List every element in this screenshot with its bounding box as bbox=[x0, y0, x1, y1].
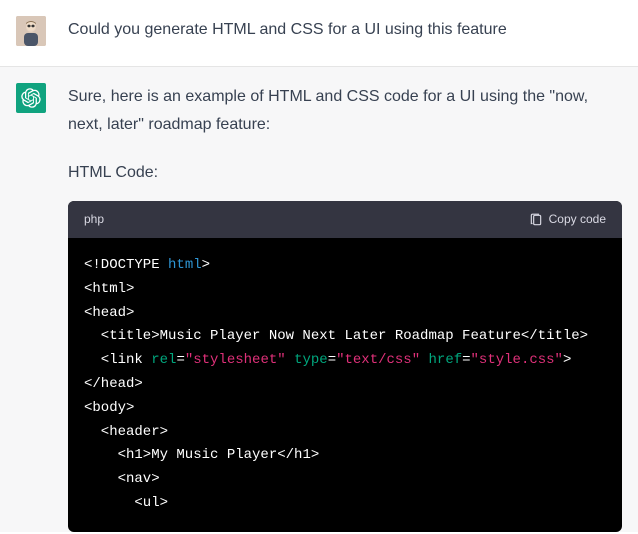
code-token: rel bbox=[151, 352, 176, 368]
user-avatar-icon bbox=[16, 16, 46, 46]
code-token: <html> bbox=[84, 281, 134, 297]
user-message: Could you generate HTML and CSS for a UI… bbox=[0, 0, 638, 67]
user-text: Could you generate HTML and CSS for a UI… bbox=[68, 16, 622, 44]
user-content: Could you generate HTML and CSS for a UI… bbox=[68, 16, 622, 46]
code-token: "stylesheet" bbox=[185, 352, 286, 368]
code-lang: php bbox=[84, 209, 104, 230]
assistant-content: Sure, here is an example of HTML and CSS… bbox=[68, 83, 622, 532]
openai-logo-icon bbox=[21, 88, 41, 108]
code-token: = bbox=[176, 352, 184, 368]
assistant-message: Sure, here is an example of HTML and CSS… bbox=[0, 67, 638, 532]
code-token: <header> bbox=[101, 424, 168, 440]
code-token: = bbox=[462, 352, 470, 368]
code-token: <nav> bbox=[118, 471, 160, 487]
code-token: My Music Player bbox=[151, 447, 277, 463]
code-token: <head> bbox=[84, 305, 134, 321]
code-token: Music Player Now Next Later Roadmap Feat… bbox=[160, 328, 521, 344]
code-token: <ul> bbox=[134, 495, 168, 511]
code-label: HTML Code: bbox=[68, 159, 622, 187]
code-token: = bbox=[328, 352, 336, 368]
code-token: html bbox=[168, 257, 202, 273]
code-token: <title> bbox=[101, 328, 160, 344]
copy-code-label: Copy code bbox=[549, 209, 606, 230]
code-token: </title> bbox=[521, 328, 588, 344]
assistant-intro: Sure, here is an example of HTML and CSS… bbox=[68, 83, 622, 139]
code-token: <!DOCTYPE bbox=[84, 257, 168, 273]
code-token: "text/css" bbox=[336, 352, 420, 368]
copy-code-button[interactable]: Copy code bbox=[529, 209, 606, 230]
code-body: <!DOCTYPE html> <html> <head> <title>Mus… bbox=[68, 238, 622, 532]
code-token: </h1> bbox=[277, 447, 319, 463]
user-avatar bbox=[16, 16, 46, 46]
code-block: php Copy code <!DOCTYPE html> <html> <he… bbox=[68, 201, 622, 532]
code-header: php Copy code bbox=[68, 201, 622, 238]
code-token: <h1> bbox=[118, 447, 152, 463]
code-token: type bbox=[294, 352, 328, 368]
assistant-avatar bbox=[16, 83, 46, 113]
code-token: > bbox=[202, 257, 210, 273]
code-token: <body> bbox=[84, 400, 134, 416]
clipboard-icon bbox=[529, 213, 543, 227]
code-token: href bbox=[429, 352, 463, 368]
code-token: </head> bbox=[84, 376, 143, 392]
code-token: "style.css" bbox=[471, 352, 563, 368]
code-token: <link bbox=[101, 352, 151, 368]
code-token: > bbox=[563, 352, 571, 368]
